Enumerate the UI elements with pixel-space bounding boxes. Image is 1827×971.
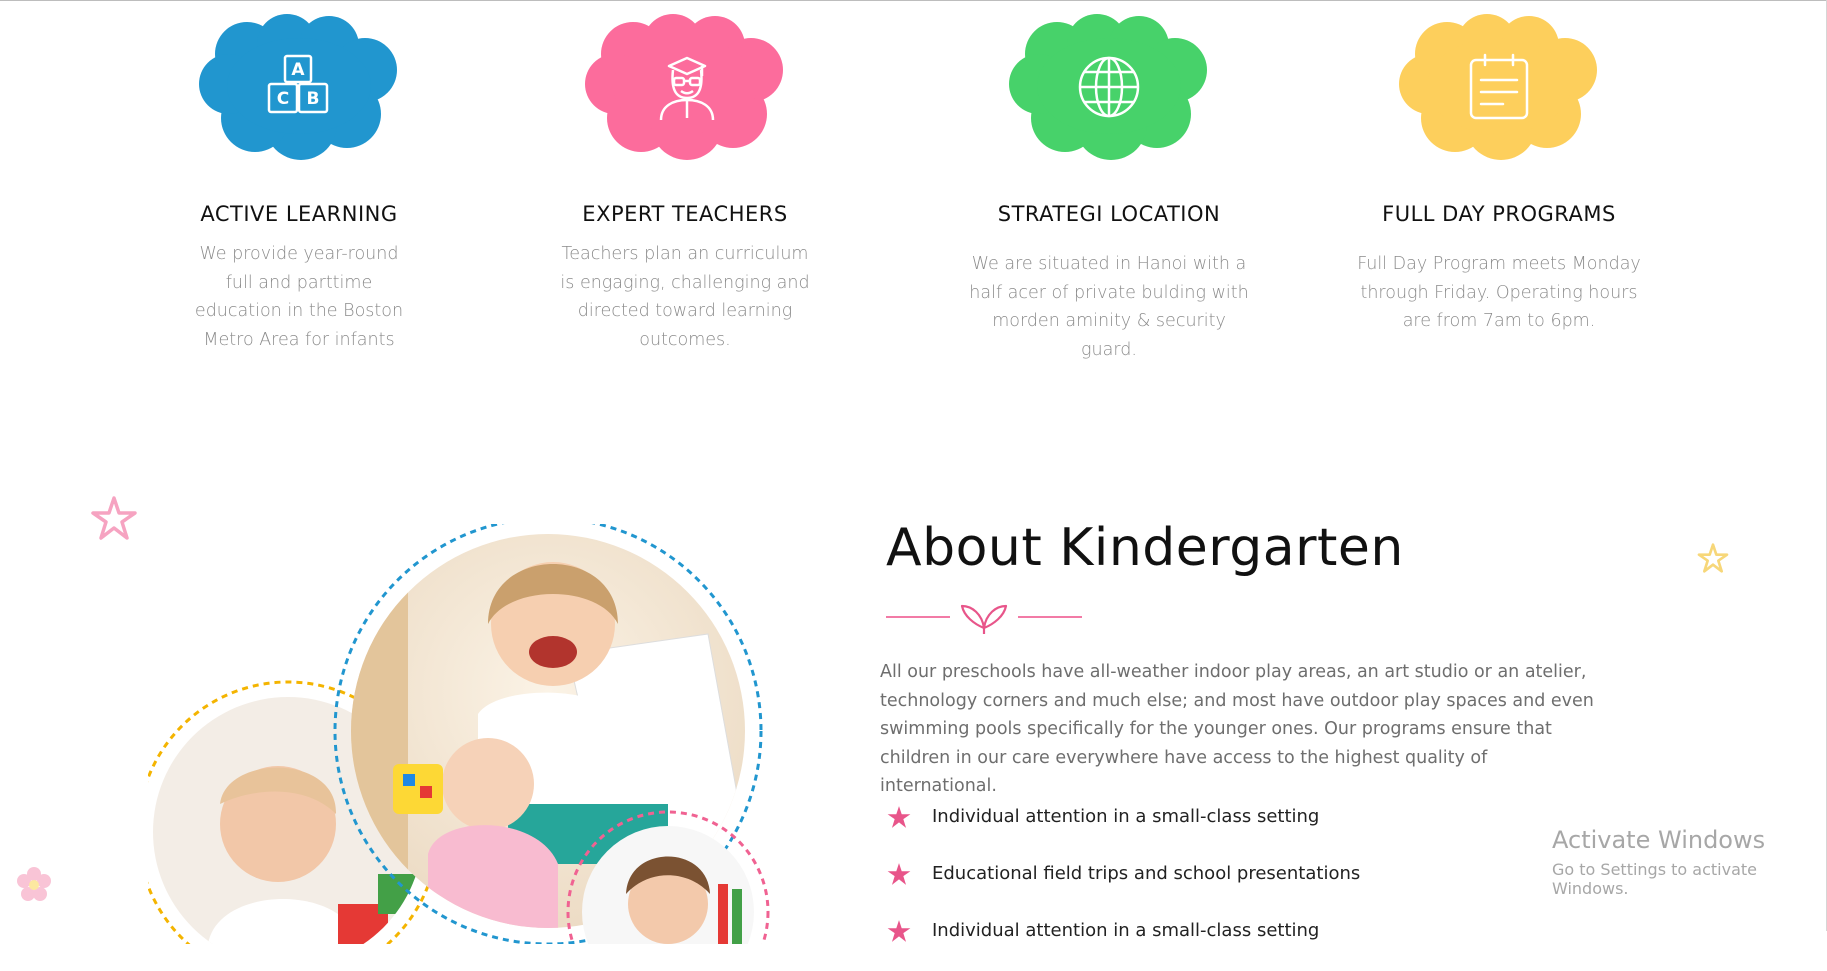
svg-text:B: B: [307, 89, 320, 109]
calendar-icon: [1469, 53, 1529, 120]
list-item-text: Educational field trips and school prese…: [932, 863, 1361, 884]
title-divider: [886, 604, 1082, 634]
globe-icon: [1078, 56, 1140, 118]
cloud-badge: [1397, 14, 1601, 164]
pink-star-doodle: [91, 496, 137, 540]
list-item: Individual attention in a small-class se…: [884, 914, 1360, 971]
list-item: Educational field trips and school prese…: [884, 857, 1360, 914]
svg-text:A: A: [291, 60, 305, 80]
children-photo-collage: [148, 524, 770, 944]
feature-title: EXPERT TEACHERS: [582, 202, 788, 226]
feature-title: FULL DAY PROGRAMS: [1382, 202, 1616, 226]
feature-title: STRATEGI LOCATION: [997, 202, 1221, 226]
about-title: About Kindergarten: [886, 518, 1404, 578]
list-item: Individual attention in a small-class se…: [884, 800, 1360, 857]
feature-expert-teachers: EXPERT TEACHERS Teachers plan an curricu…: [535, 14, 835, 354]
star-bullet-icon: [887, 806, 911, 828]
cloud-badge: [583, 14, 787, 164]
feature-text: Full Day Program meets Monday through Fr…: [1357, 254, 1641, 331]
yellow-star-doodle: [1697, 543, 1729, 573]
feature-active-learning: ACB ACTIVE LEARNING We provide year-roun…: [149, 14, 449, 354]
leaf-icon: [960, 604, 1008, 634]
cloud-badge: ACB: [197, 14, 401, 164]
teacher-icon: [659, 56, 715, 121]
watermark-subtitle: Go to Settings to activate Windows.: [1552, 860, 1757, 898]
feature-text: We provide year-round full and parttime …: [194, 244, 404, 350]
star-bullet-icon: [887, 863, 911, 885]
abc-blocks-icon: AC B: [267, 54, 329, 114]
feature-text: We are situated in Hanoi with a half ace…: [969, 254, 1249, 360]
list-item-text: Individual attention in a small-class se…: [932, 806, 1320, 827]
feature-text: Teachers plan an curriculum is engaging,…: [560, 244, 810, 350]
feature-title: ACTIVE LEARNING: [200, 202, 398, 226]
flower-doodle: [17, 867, 51, 901]
svg-text:C: C: [277, 89, 289, 109]
star-bullet-icon: [887, 920, 911, 942]
activate-windows-watermark: Activate Windows Go to Settings to activ…: [1552, 826, 1827, 898]
top-border: [0, 0, 1827, 1]
feature-strategi-location: STRATEGI LOCATION We are situated in Han…: [959, 14, 1259, 364]
about-bullet-list: Individual attention in a small-class se…: [884, 800, 1360, 971]
feature-full-day-programs: FULL DAY PROGRAMS Full Day Program meets…: [1349, 14, 1649, 336]
watermark-title: Activate Windows: [1552, 826, 1766, 854]
cloud-badge: [1007, 14, 1211, 164]
about-paragraph: All our preschools have all-weather indo…: [880, 662, 1594, 797]
